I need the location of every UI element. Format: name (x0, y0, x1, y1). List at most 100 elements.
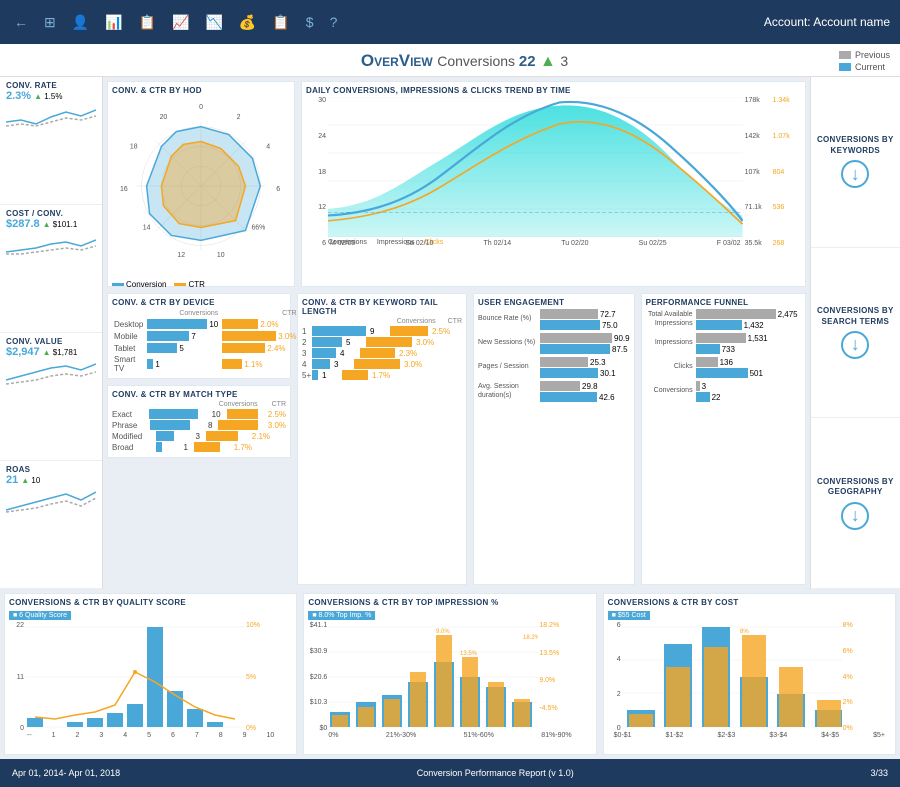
hod-legend: Conversion CTR (112, 280, 290, 289)
table-row: Modified 3 2.1% (112, 431, 286, 441)
svg-text:0: 0 (199, 104, 203, 111)
cost-conv-value: $287.8 (6, 218, 40, 230)
table-row: Avg. Session duration(s) 29.8 42.6 (478, 381, 630, 402)
table-row: 2 5 3.0% (302, 337, 462, 347)
table-row: Tablet 5 2.4% (112, 342, 299, 354)
top-impression-title: Conversions & CTR by Top Impression % (308, 598, 591, 607)
svg-text:20: 20 (160, 114, 168, 121)
metrics-column: Conv. Rate 2.3% ▲ 1.5% Cost / Conv. $287… (0, 77, 103, 589)
quality-score-title: Conversions & CTR by Quality Score (9, 598, 292, 607)
device-panel: Conv. & CTR by Device Conversions CTR De… (107, 293, 291, 379)
back-icon[interactable]: ← (10, 12, 32, 32)
roas-sparkline (6, 486, 96, 514)
conv-rate-value: 2.3% (6, 90, 31, 102)
table-row: 4 3 3.0% (302, 359, 462, 369)
hod-title: Conv. & CTR by HoD (112, 86, 290, 95)
report2-icon[interactable]: 📋 (135, 12, 160, 33)
match-type-panel: Conv. & CTR by Match Type ConversionsCTR… (107, 385, 291, 458)
grid-icon[interactable]: ⊞ (40, 12, 60, 33)
dollar-icon[interactable]: $ (302, 12, 318, 32)
table-row: Broad 1 1.7% (112, 442, 286, 452)
conv-rate-sparkline (6, 102, 96, 130)
sidebar-geography-title: Conversions by Geography (817, 477, 894, 498)
page-header: OverView Conversions 22 ▲ 3 Previous Cur… (0, 44, 900, 77)
arrow-up: ▲ (540, 53, 560, 70)
cost-conv-change: ▲ $101.1 (43, 220, 78, 229)
legend-curr-color (839, 63, 851, 71)
cost-panel: Conversions & CTR by Cost ■ $55 Cost 642… (603, 593, 896, 755)
table-row: 1 9 2.5% (302, 326, 462, 336)
table-row: Smart TV 1 1.1% (112, 354, 299, 374)
cost-conv-title: Cost / Conv. (6, 209, 96, 218)
page-title: OverView Conversions 22 ▲ 3 (90, 51, 839, 71)
roas-value: 21 (6, 474, 18, 486)
cost-conv-card: Cost / Conv. $287.8 ▲ $101.1 (0, 205, 102, 333)
tail-length-title: Conv. & CTR by Keyword Tail Length (302, 298, 462, 316)
search-terms-download-btn[interactable]: ↓ (841, 331, 869, 359)
svg-text:16: 16 (120, 186, 128, 193)
table-row: Bounce Rate (%) 72.7 75.0 (478, 309, 630, 330)
top-impression-badge: ■ 8.0% Top Imp. % (308, 611, 375, 620)
help-icon[interactable]: ? (326, 12, 342, 32)
table-row: Impressions 1,531 733 (646, 333, 801, 354)
user-engagement-panel: User Engagement Bounce Rate (%) 72.7 (473, 293, 635, 585)
conv-value-sparkline (6, 358, 96, 386)
user-engagement-title: User Engagement (478, 298, 630, 307)
legend-curr-label: Current (855, 62, 885, 72)
cost-conv-sparkline (6, 230, 96, 258)
table-row: New Sessions (%) 90.9 87.5 (478, 333, 630, 354)
svg-text:13.5%: 13.5% (460, 651, 478, 657)
conv-value-value: $2,947 (6, 346, 40, 358)
footer: Apr 01, 2014- Apr 01, 2018 Conversion Pe… (0, 759, 900, 787)
performance-funnel-title: Performance Funnel (646, 298, 801, 307)
conv-delta: 3 (560, 53, 568, 69)
table-row: Conversions 3 22 (646, 381, 801, 402)
svg-text:4: 4 (266, 143, 270, 150)
svg-text:66%: 66% (251, 225, 265, 232)
conv-value-title: Conv. Value (6, 337, 96, 346)
cost-badge: ■ $55 Cost (608, 611, 650, 620)
report1-icon[interactable]: 📊 (101, 12, 126, 33)
table-row: 3 4 2.3% (302, 348, 462, 358)
conversions-label: Conversions (437, 53, 519, 69)
report5-icon[interactable]: 📋 (268, 12, 293, 33)
table-row: Pages / Session 25.3 30.1 (478, 357, 630, 378)
hod-radar: 0 2 4 6 66% 10 12 14 16 18 20 (112, 97, 290, 275)
sidebar-search-terms: Conversions by Search Terms ↓ (811, 248, 900, 419)
performance-funnel-panel: Performance Funnel Total Available Impre… (641, 293, 806, 585)
footer-report-title: Conversion Performance Report (v 1.0) (417, 768, 574, 778)
footer-date: Apr 01, 2014- Apr 01, 2018 (12, 768, 120, 778)
top-nav: ← ⊞ 👤 📊 📋 📈 📉 💰 📋 $ ? Account: Account n… (0, 0, 900, 44)
device-title: Conv. & CTR by Device (112, 298, 286, 307)
report4-icon[interactable]: 📉 (201, 12, 226, 33)
sidebar-keywords: Conversions by Keywords ↓ (811, 77, 900, 248)
top-impression-chart: 18.2% 13.5% 9.0% (328, 622, 538, 732)
table-row: Exact 10 2.5% (112, 409, 286, 419)
svg-text:10: 10 (217, 252, 225, 259)
daily-chart-title: Daily Conversions, Impressions & Clicks … (306, 86, 801, 95)
conv-value-change: ▲ $1,781 (43, 348, 78, 357)
table-row: 5+ 1 1.7% (302, 370, 462, 380)
account-icon[interactable]: 👤 (68, 12, 93, 33)
roas-card: ROAS 21 ▲ 10 (0, 461, 102, 589)
daily-chart-svg (328, 97, 743, 237)
daily-chart-panel: Daily Conversions, Impressions & Clicks … (301, 81, 806, 287)
table-row: Mobile 7 3.0% (112, 330, 299, 342)
cost-title: Conversions & CTR by Cost (608, 598, 891, 607)
overview-label: OverView (361, 51, 433, 70)
hod-panel: Conv. & CTR by HoD 0 2 4 6 66% 10 12 14 … (107, 81, 295, 287)
legend-prev-label: Previous (855, 50, 890, 60)
svg-text:8%: 8% (740, 629, 749, 635)
conv-count: 22 (519, 53, 536, 70)
quality-score-badge: ■ 6 Quality Score (9, 611, 71, 620)
money-icon[interactable]: 💰 (235, 12, 260, 33)
report3-icon[interactable]: 📈 (168, 12, 193, 33)
hod-conv-legend: Conversion (126, 280, 166, 289)
table-row: Total Available Impressions 2,475 1,432 (646, 309, 801, 330)
device-table: Conversions CTR Desktop 10 2.0% Mobile 7… (112, 309, 299, 374)
quality-score-panel: Conversions & CTR by Quality Score ■ 6 Q… (4, 593, 297, 755)
svg-text:14: 14 (143, 225, 151, 232)
keywords-download-btn[interactable]: ↓ (841, 160, 869, 188)
right-sidebar: Conversions by Keywords ↓ Conversions by… (810, 77, 900, 589)
geography-download-btn[interactable]: ↓ (841, 502, 869, 530)
